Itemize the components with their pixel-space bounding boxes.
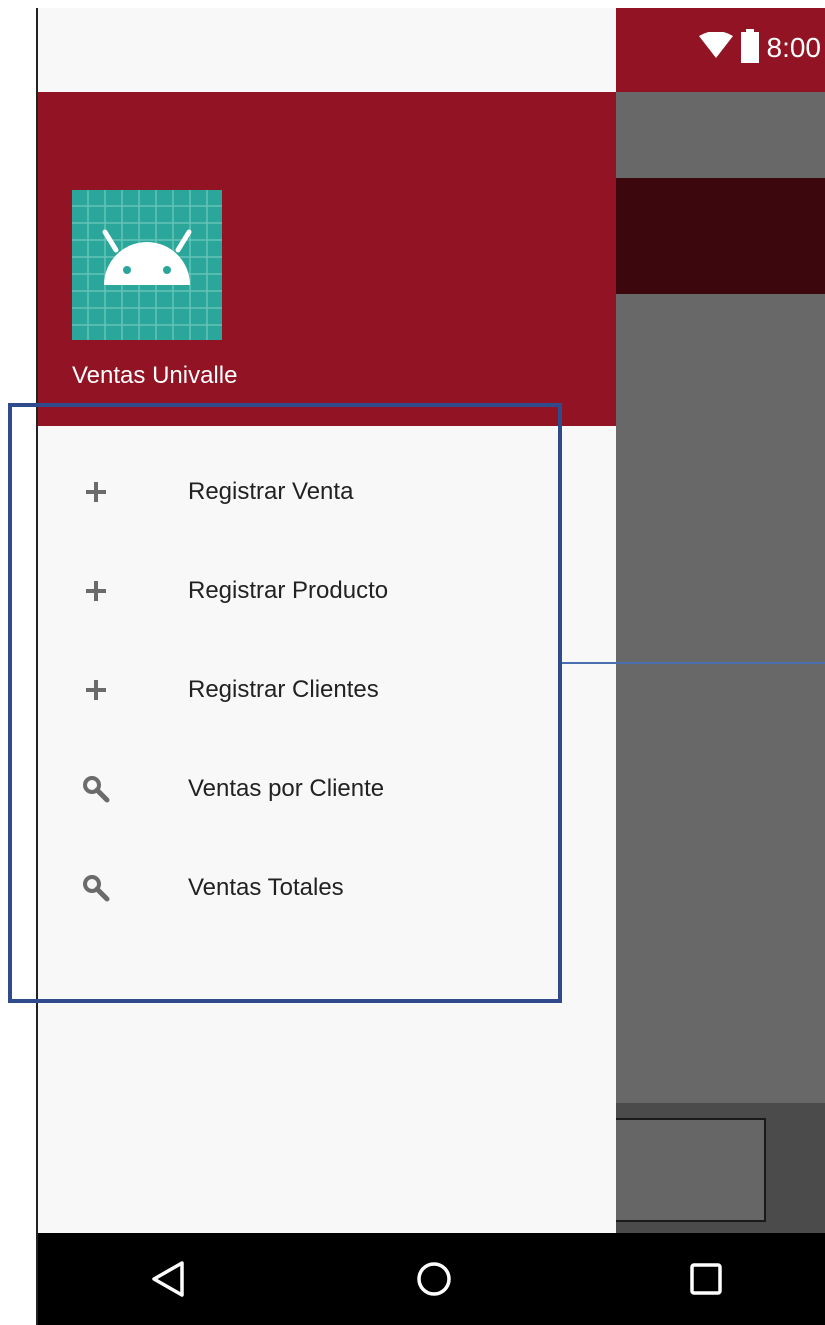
status-time: 8:00 [766, 32, 822, 63]
back-icon[interactable] [148, 1259, 188, 1299]
recents-icon[interactable] [686, 1259, 726, 1299]
annotation-connector-line [562, 662, 825, 664]
android-icon [72, 190, 222, 340]
bottom-button[interactable] [616, 1118, 766, 1222]
system-navigation-bar [38, 1233, 825, 1325]
highlight-annotation-box [8, 403, 562, 1003]
app-name: Ventas Univalle [72, 362, 238, 389]
status-icons: 8:00 [698, 28, 822, 68]
app-toolbar [616, 178, 825, 294]
home-icon[interactable] [414, 1259, 454, 1299]
battery-icon [740, 28, 759, 68]
wifi-icon [698, 30, 733, 65]
drawer-header: Ventas Univalle [38, 92, 616, 426]
